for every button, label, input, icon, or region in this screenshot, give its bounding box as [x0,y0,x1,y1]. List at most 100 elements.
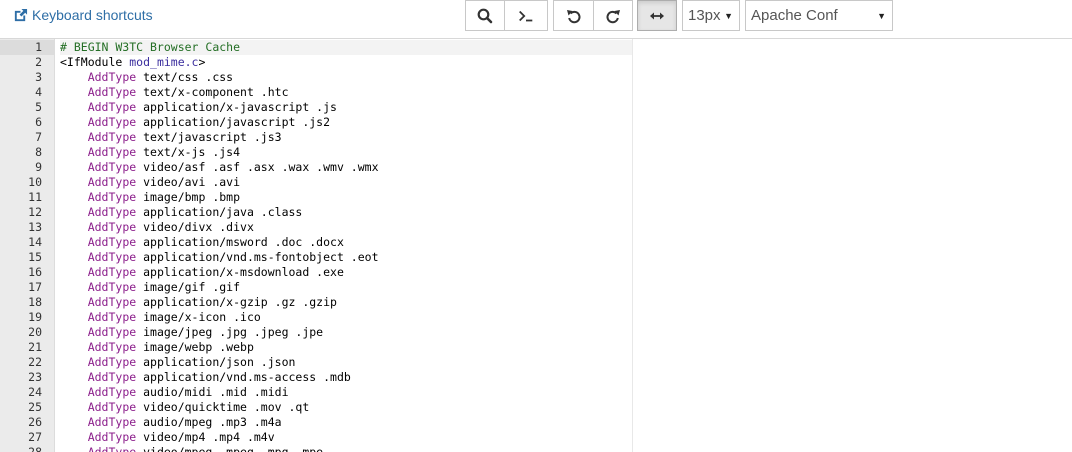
token-directive: AddType [87,325,137,339]
code-text: AddType image/jpeg .jpg .jpeg .jpe [60,325,632,340]
chevron-down-icon: ▼ [877,11,886,21]
undo-button[interactable] [553,0,594,31]
line-number: 16 [28,265,42,279]
line-number: 12 [28,205,42,219]
code-line[interactable]: 8 AddType text/x-js .js4 [0,145,1072,160]
token-directive: AddType [87,160,137,174]
line-number: 28 [28,445,42,452]
redo-button[interactable] [593,0,633,31]
code-line[interactable]: 21 AddType image/webp .webp [0,340,1072,355]
code-line[interactable]: 26 AddType audio/mpeg .mp3 .m4a [0,415,1072,430]
token-directive: AddType [87,370,137,384]
line-number: 6 [35,115,42,129]
code-text: AddType application/vnd.ms-access .mdb [60,370,632,385]
mode-value: Apache Conf [751,7,838,24]
token-directive: AddType [87,250,137,264]
token-directive: AddType [87,445,137,452]
token-text: text/x-component .htc [136,85,289,99]
terminal-button[interactable] [504,0,548,31]
code-line[interactable]: 22 AddType application/json .json [0,355,1072,370]
code-line[interactable]: 17 AddType image/gif .gif [0,280,1072,295]
token-directive: AddType [87,235,137,249]
line-number: 26 [28,415,42,429]
code-line[interactable]: 27 AddType video/mp4 .mp4 .m4v [0,430,1072,445]
wrap-icon [650,12,664,19]
code-line[interactable]: 20 AddType image/jpeg .jpg .jpeg .jpe [0,325,1072,340]
redo-icon [606,9,620,23]
token-text: video/mp4 .mp4 .m4v [136,430,275,444]
token-directive: AddType [87,385,137,399]
search-button[interactable] [465,0,505,31]
word-wrap-button[interactable] [637,0,677,31]
code-line[interactable]: 5 AddType application/x-javascript .js [0,100,1072,115]
token-text: application/json .json [136,355,296,369]
token-text: text/x-js .js4 [136,145,241,159]
code-text: AddType text/javascript .js3 [60,130,632,145]
token-directive: AddType [87,310,137,324]
mode-select[interactable]: Apache Conf ▼ [745,0,893,31]
line-number: 25 [28,400,42,414]
line-number: 7 [35,130,42,144]
line-number: 18 [28,295,42,309]
code-text: AddType image/x-icon .ico [60,310,632,325]
code-line[interactable]: 11 AddType image/bmp .bmp [0,190,1072,205]
code-line[interactable]: 23 AddType application/vnd.ms-access .md… [0,370,1072,385]
code-text: AddType text/x-js .js4 [60,145,632,160]
code-line[interactable]: 28 AddType video/mpeg .mpeg .mpg .mpe [0,445,1072,452]
code-line[interactable]: 14 AddType application/msword .doc .docx [0,235,1072,250]
line-number: 2 [35,55,42,69]
code-line[interactable]: 18 AddType application/x-gzip .gz .gzip [0,295,1072,310]
code-line[interactable]: 16 AddType application/x-msdownload .exe [0,265,1072,280]
code-line[interactable]: 6 AddType application/javascript .js2 [0,115,1072,130]
code-line[interactable]: 24 AddType audio/midi .mid .midi [0,385,1072,400]
line-number: 27 [28,430,42,444]
token-text: video/quicktime .mov .qt [136,400,310,414]
code-line[interactable]: 15 AddType application/vnd.ms-fontobject… [0,250,1072,265]
keyboard-shortcuts-link[interactable]: Keyboard shortcuts [13,7,153,23]
code-line[interactable]: 25 AddType video/quicktime .mov .qt [0,400,1072,415]
code-text: AddType text/x-component .htc [60,85,632,100]
code-line[interactable]: 9 AddType video/asf .asf .asx .wax .wmv … [0,160,1072,175]
code-text: AddType video/avi .avi [60,175,632,190]
code-line[interactable]: 10 AddType video/avi .avi [0,175,1072,190]
code-line[interactable]: 7 AddType text/javascript .js3 [0,130,1072,145]
line-number: 19 [28,310,42,324]
code-line[interactable]: 4 AddType text/x-component .htc [0,85,1072,100]
line-number: 22 [28,355,42,369]
font-size-value: 13px [688,7,721,24]
code-text: AddType application/vnd.ms-fontobject .e… [60,250,632,265]
token-directive: AddType [87,130,137,144]
line-number: 14 [28,235,42,249]
token-directive: AddType [87,70,137,84]
code-line[interactable]: 13 AddType video/divx .divx [0,220,1072,235]
line-number: 8 [35,145,42,159]
code-line[interactable]: 19 AddType image/x-icon .ico [0,310,1072,325]
token-text: application/x-msdownload .exe [136,265,344,279]
code-text: AddType text/css .css [60,70,632,85]
font-size-select[interactable]: 13px ▼ [682,0,740,31]
token-text: application/msword .doc .docx [136,235,344,249]
token-text: application/java .class [136,205,303,219]
token-text: text/javascript .js3 [136,130,282,144]
code-text: # BEGIN W3TC Browser Cache [60,40,632,55]
token-text: audio/midi .mid .midi [136,385,289,399]
code-line[interactable]: 2 <IfModule mod_mime.c> [0,55,1072,70]
code-line[interactable]: 3 AddType text/css .css [0,70,1072,85]
code-line[interactable]: 1 # BEGIN W3TC Browser Cache [0,40,1072,55]
code-text: AddType image/gif .gif [60,280,632,295]
token-text: video/avi .avi [136,175,241,189]
code-text: AddType video/quicktime .mov .qt [60,400,632,415]
code-editor[interactable]: 1 # BEGIN W3TC Browser Cache 2 <IfModule mo… [0,38,1072,452]
token-directive: AddType [87,355,137,369]
line-number: 24 [28,385,42,399]
code-line[interactable]: 12 AddType application/java .class [0,205,1072,220]
editor-toolbar: Keyboard shortcuts 13px ▼ Apache Conf ▼ [0,0,1072,38]
